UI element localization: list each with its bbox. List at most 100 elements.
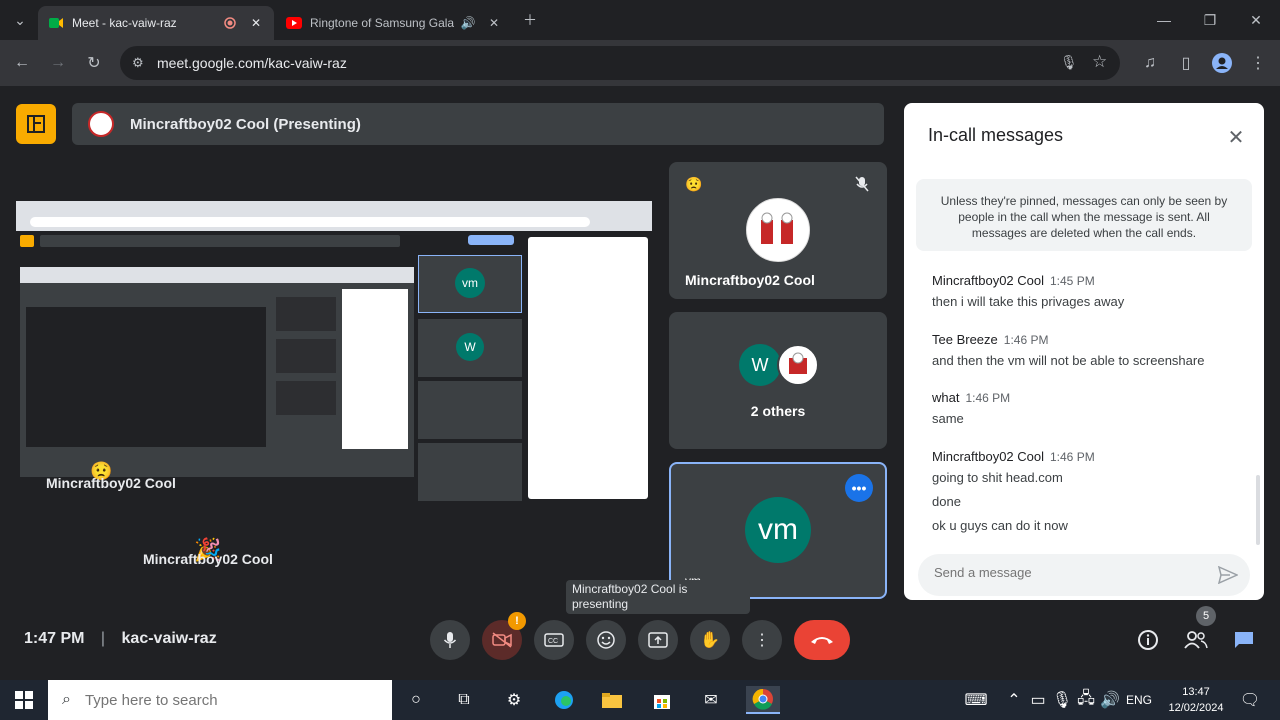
participant-avatar: vm <box>745 497 811 563</box>
media-control-icon[interactable]: ♫ <box>1138 51 1162 75</box>
tab-search-icon[interactable]: ⌄ <box>8 8 32 32</box>
tab-title: Ringtone of Samsung Galax <box>310 16 454 30</box>
leave-call-button[interactable] <box>794 620 850 660</box>
tile-more-options-icon[interactable]: ••• <box>845 474 873 502</box>
bookmark-star-icon[interactable]: ☆ <box>1092 52 1107 72</box>
reaction-emoji-icon: 😟 <box>685 176 703 192</box>
send-icon[interactable] <box>1216 563 1240 587</box>
notifications-icon[interactable]: 🗨 <box>1236 686 1264 714</box>
meet-area: Mincraftboy02 Cool (Presenting) vm W 😟 🎉… <box>0 86 1280 680</box>
window-close-button[interactable]: ✕ <box>1244 8 1268 32</box>
minimize-button[interactable]: — <box>1152 8 1176 32</box>
shared-tile-name: Mincraftboy02 Cool <box>46 475 176 491</box>
message-text: then i will take this privages away <box>932 294 1125 309</box>
presented-screen[interactable]: vm W 😟 🎉 Mincraftboy02 Cool Mincraftboy0… <box>16 201 652 571</box>
shared-browser-chrome <box>16 201 652 231</box>
taskbar-search-box[interactable]: ⌕ <box>48 680 392 720</box>
send-message-input[interactable] <box>934 565 1194 580</box>
tab-close-icon[interactable]: ✕ <box>486 15 502 31</box>
message-text: and then the vm will not be able to scre… <box>932 353 1205 368</box>
reload-button[interactable]: ↻ <box>82 51 106 75</box>
microphone-button[interactable] <box>430 620 470 660</box>
message-header: Mincraftboy02 Cool 1:45 PM <box>932 273 1095 288</box>
meeting-info-logo-icon[interactable] <box>16 104 56 144</box>
presenting-banner[interactable]: Mincraftboy02 Cool (Presenting) <box>72 103 884 145</box>
restore-button[interactable]: ❐ <box>1198 8 1222 32</box>
meeting-code: kac-vaiw-raz <box>121 630 217 647</box>
svg-text:CC: CC <box>548 638 558 645</box>
shared-tile-name: Mincraftboy02 Cool <box>143 551 273 567</box>
youtube-favicon-icon <box>286 15 302 31</box>
tab-title: Meet - kac-vaiw-raz <box>72 16 177 30</box>
taskbar-search-input[interactable] <box>84 691 365 709</box>
meeting-details: 1:47 PM | kac-vaiw-raz <box>24 630 217 647</box>
search-icon: ⌕ <box>62 691 71 708</box>
message-header: Tee Breeze 1:46 PM <box>932 332 1049 347</box>
others-count-label: 2 others <box>750 403 806 419</box>
forward-button[interactable]: → <box>46 51 70 75</box>
settings-gear-icon[interactable]: ⚙ <box>500 686 528 714</box>
speaker-icon[interactable]: 🔊 <box>460 15 476 31</box>
people-icon[interactable]: 5 <box>1182 606 1216 654</box>
new-tab-button[interactable]: ＋ <box>518 8 542 32</box>
message-text: ok u guys can do it now <box>932 518 1068 533</box>
presenting-banner-text: Mincraftboy02 Cool (Presenting) <box>130 115 361 133</box>
participant-tile-others[interactable]: W 2 others <box>669 312 887 449</box>
address-bar-row: ← → ↻ ⚙ meet.google.com/kac-vaiw-raz 🎙 ☆… <box>0 40 1280 86</box>
mail-icon[interactable]: ✉ <box>697 686 725 714</box>
more-options-button[interactable]: ⋮ <box>742 620 782 660</box>
keyboard-icon[interactable]: ⌨ <box>962 686 990 714</box>
task-view-icon[interactable]: ⧉ <box>450 686 478 714</box>
participant-avatar: W <box>739 344 781 386</box>
meeting-info-icon[interactable] <box>1134 626 1162 654</box>
windows-taskbar: ⌕ ○ ⧉ ⚙ ✉ ⌨ ⌃ ▭ 🎙 🖧 🔊 ENG 13:47 12/02/20… <box>0 680 1280 720</box>
taskbar-time: 13:47 <box>1182 686 1210 698</box>
language-indicator[interactable]: ENG <box>1126 693 1152 707</box>
chrome-icon[interactable] <box>746 686 780 714</box>
cortana-icon[interactable]: ○ <box>402 686 430 714</box>
store-icon[interactable] <box>648 686 676 714</box>
tab-youtube[interactable]: Ringtone of Samsung Galax 🔊 ✕ <box>276 6 512 40</box>
muted-mic-icon <box>855 176 869 195</box>
windows-start-icon[interactable] <box>10 686 38 714</box>
message-header: Mincraftboy02 Cool 1:46 PM <box>932 449 1095 464</box>
meeting-time: 1:47 PM <box>24 630 85 647</box>
omnibox[interactable]: ⚙ meet.google.com/kac-vaiw-raz 🎙 ☆ <box>120 46 1120 80</box>
chat-scrollbar[interactable] <box>1256 475 1260 545</box>
raise-hand-button[interactable]: ✋ <box>690 620 730 660</box>
microphone-in-use-icon[interactable]: 🎙 <box>1060 54 1078 71</box>
meet-favicon-icon <box>48 15 64 31</box>
browser-tab-bar: ⌄ Meet - kac-vaiw-raz ✕ Ringtone of Sams… <box>0 0 1280 40</box>
message-text: same <box>932 411 964 426</box>
participant-tile-presenter[interactable]: 😟 Mincraftboy02 Cool <box>669 162 887 299</box>
captions-button[interactable]: CC <box>534 620 574 660</box>
side-panel-icon[interactable]: ▯ <box>1174 51 1198 75</box>
edge-icon[interactable] <box>550 686 578 714</box>
people-count-badge: 5 <box>1196 606 1216 626</box>
profile-avatar-icon[interactable] <box>1210 51 1234 75</box>
taskbar-date: 12/02/2024 <box>1168 702 1224 714</box>
taskbar-clock[interactable]: 13:47 12/02/2024 <box>1160 684 1232 716</box>
message-text: done <box>932 494 961 509</box>
url-text[interactable]: meet.google.com/kac-vaiw-raz <box>157 55 347 71</box>
browser-menu-icon[interactable]: ⋮ <box>1246 51 1270 75</box>
warning-badge-icon: ! <box>508 612 526 630</box>
present-screen-button[interactable] <box>638 620 678 660</box>
site-info-icon[interactable]: ⚙ <box>132 55 144 71</box>
chat-panel-title: In-call messages <box>928 125 1064 145</box>
emoji-reaction-button[interactable] <box>586 620 626 660</box>
message-header: what 1:46 PM <box>932 390 1011 405</box>
in-call-messages-panel: In-call messages ✕ Unless they're pinned… <box>904 103 1264 600</box>
back-button[interactable]: ← <box>10 51 34 75</box>
participant-tile-vm[interactable]: ••• vm vm <box>669 462 887 599</box>
tab-close-icon[interactable]: ✕ <box>248 15 264 31</box>
volume-icon[interactable]: 🔊 <box>1096 686 1124 714</box>
file-explorer-icon[interactable] <box>598 686 626 714</box>
message-text: going to shit head.com <box>932 470 1063 485</box>
meet-control-bar: 1:47 PM | kac-vaiw-raz ! CC ✋ ⋮ 5 <box>0 606 1280 680</box>
chat-input-box[interactable] <box>918 554 1250 596</box>
close-icon[interactable]: ✕ <box>1222 123 1250 151</box>
chat-icon[interactable] <box>1230 626 1258 654</box>
camera-off-button[interactable]: ! <box>482 612 526 660</box>
tab-meet[interactable]: Meet - kac-vaiw-raz ✕ <box>38 6 274 40</box>
